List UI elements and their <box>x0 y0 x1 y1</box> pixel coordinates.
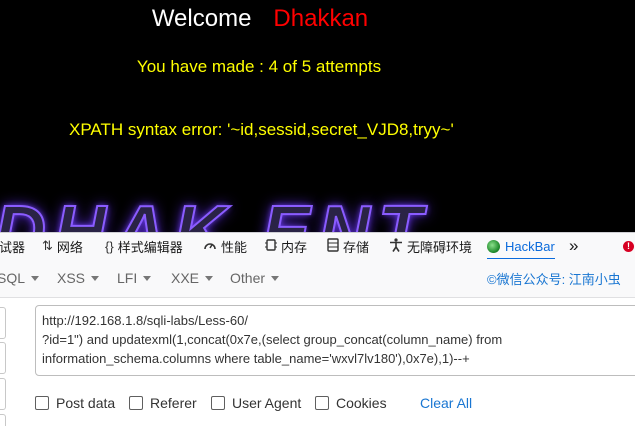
browser-window: Welcome Dhakkan You have made : 4 of 5 at… <box>0 0 635 426</box>
url-line: information_schema.columns where table_n… <box>42 351 470 366</box>
caret-down-icon <box>143 275 152 281</box>
welcome-text: Welcome <box>151 5 252 32</box>
menu-lfi[interactable]: LFI <box>117 259 152 297</box>
tab-storage[interactable]: 存储 <box>327 233 369 259</box>
menu-other[interactable]: Other <box>230 259 280 297</box>
tab-label: 内存 <box>281 239 308 255</box>
option-label: Post data <box>56 395 116 411</box>
checkbox-box[interactable] <box>35 396 49 410</box>
checkbox-box[interactable] <box>211 396 225 410</box>
tab-style-editor[interactable]: {} 样式编辑器 <box>105 233 183 259</box>
tabs-overflow-button[interactable]: » <box>569 233 578 259</box>
checkbox-box[interactable] <box>129 396 143 410</box>
clear-all-button[interactable]: Clear All <box>420 391 472 415</box>
tab-accessibility[interactable]: 无障碍环境 <box>389 233 472 259</box>
cookies-checkbox[interactable]: Cookies <box>315 391 387 415</box>
menu-sql[interactable]: SQL <box>0 259 40 297</box>
gauge-icon <box>203 239 217 254</box>
split-url-button[interactable] <box>0 342 6 374</box>
chip-icon <box>265 238 277 255</box>
menu-label: XSS <box>57 270 86 286</box>
hackbar-ball-icon <box>487 239 500 253</box>
url-line: ?id=1") and updatexml(1,concat(0x7e,(sel… <box>42 332 503 347</box>
option-label: User Agent <box>232 395 302 411</box>
referer-checkbox[interactable]: Referer <box>129 391 197 415</box>
execute-button[interactable] <box>0 378 6 410</box>
attempts-message: You have made : 4 of 5 attempts <box>136 57 382 76</box>
error-indicator[interactable]: ! <box>623 233 634 259</box>
chevron-double-right-icon: » <box>569 236 579 255</box>
xpath-error-message: XPATH syntax error: '~id,sessid,secret_V… <box>69 120 454 139</box>
request-options: Post data Referer User Agent Cookies Cle… <box>35 391 635 415</box>
menu-label: LFI <box>117 270 138 286</box>
checkbox-box[interactable] <box>315 396 329 410</box>
error-icon: ! <box>623 240 634 252</box>
user-name: Dhakkan <box>273 5 369 32</box>
tab-label: 存储 <box>343 239 370 255</box>
caret-down-icon <box>91 275 100 281</box>
menu-label: XXE <box>171 270 200 286</box>
caret-down-icon <box>31 275 40 281</box>
menu-label: Other <box>230 270 266 286</box>
menu-xss[interactable]: XSS <box>57 259 100 297</box>
url-textarea[interactable]: http://192.168.1.8/sqli-labs/Less-60/ ?i… <box>35 305 635 376</box>
menu-xxe[interactable]: XXE <box>171 259 214 297</box>
devtools-tab-bar: 调试器 ⇅ 网络 {} 样式编辑器 性能 内存 存储 <box>0 232 635 260</box>
hackbar-body: http://192.168.1.8/sqli-labs/Less-60/ ?i… <box>0 298 635 426</box>
hackbar-menu: SQL XSS LFI XXE Other ©微信公众号: 江南小虫 <box>0 259 635 298</box>
user-agent-checkbox[interactable]: User Agent <box>211 391 301 415</box>
tab-network[interactable]: ⇅ 网络 <box>42 233 83 259</box>
tab-label: 网络 <box>56 239 83 255</box>
caret-down-icon <box>271 275 280 281</box>
tab-label: 性能 <box>221 239 248 255</box>
caret-down-icon <box>205 275 214 281</box>
accessibility-icon <box>389 237 403 255</box>
option-label: Referer <box>150 395 197 411</box>
storage-icon <box>327 237 339 255</box>
url-line: http://192.168.1.8/sqli-labs/Less-60/ <box>42 313 248 328</box>
tab-label: 样式编辑器 <box>117 239 183 255</box>
option-label: Cookies <box>336 395 387 411</box>
wechat-watermark: ©微信公众号: 江南小虫 <box>487 271 621 287</box>
decorative-logo-banner: DHAK ENT <box>0 192 430 232</box>
tab-hackbar[interactable]: HackBar <box>487 233 555 260</box>
braces-icon: {} <box>105 238 114 254</box>
web-page-content: Welcome Dhakkan You have made : 4 of 5 at… <box>0 0 635 232</box>
post-data-checkbox[interactable]: Post data <box>35 391 115 415</box>
tab-debugger[interactable]: 调试器 <box>0 233 25 259</box>
tab-label: 调试器 <box>0 239 26 255</box>
menu-label: SQL <box>0 270 26 286</box>
welcome-heading: Welcome Dhakkan <box>0 5 520 33</box>
load-url-button[interactable] <box>0 307 6 339</box>
tab-performance[interactable]: 性能 <box>203 233 247 259</box>
tab-label: HackBar <box>505 238 555 254</box>
extra-button[interactable] <box>0 414 6 426</box>
tab-memory[interactable]: 内存 <box>265 233 307 259</box>
tab-label: 无障碍环境 <box>407 239 473 255</box>
network-arrows-icon: ⇅ <box>42 238 53 253</box>
